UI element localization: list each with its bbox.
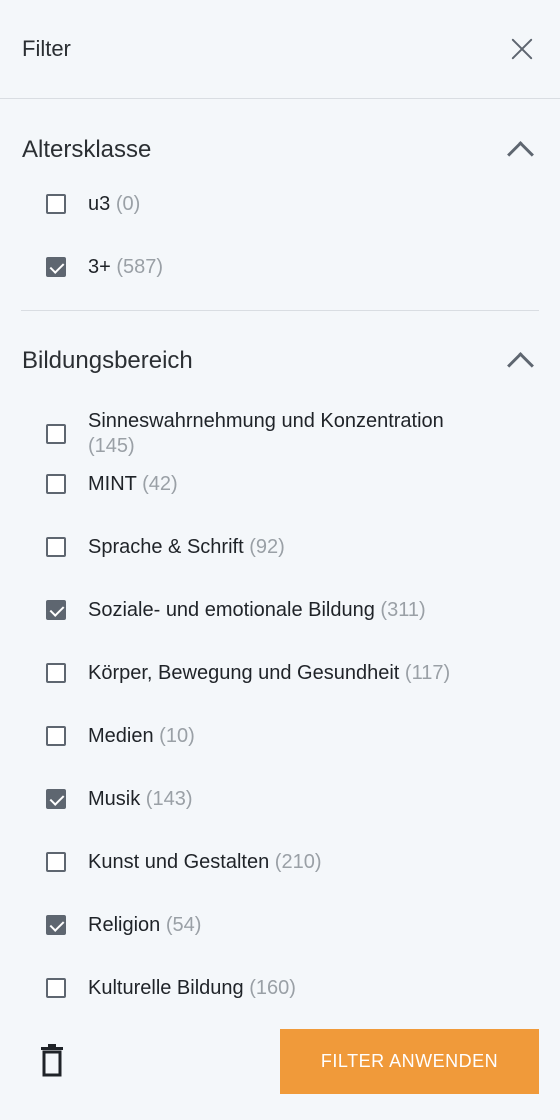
- option-label: Medien (10): [88, 724, 195, 747]
- section-header-bildungsbereich[interactable]: Bildungsbereich: [22, 311, 538, 411]
- page-title: Filter: [22, 36, 71, 61]
- option-sinneswahrnehmung[interactable]: Sinneswahrnehmung und Konzentration (145): [22, 409, 538, 459]
- option-label: Soziale- und emotionale Bildung (311): [88, 598, 426, 621]
- checkbox[interactable]: [46, 474, 66, 494]
- checkbox[interactable]: [46, 424, 66, 444]
- section-altersklasse: Altersklasse u3 (0) 3+ (587): [0, 100, 560, 280]
- checkbox-checked[interactable]: [46, 915, 66, 935]
- option-kunst[interactable]: Kunst und Gestalten (210): [22, 849, 538, 875]
- option-religion[interactable]: Religion (54): [22, 912, 538, 938]
- option-label: Kulturelle Bildung (160): [88, 976, 296, 999]
- apply-filter-button[interactable]: FILTER ANWENDEN: [280, 1029, 539, 1094]
- section-title: Bildungsbereich: [22, 347, 193, 374]
- option-label: MINT (42): [88, 472, 178, 495]
- option-label: Sprache & Schrift (92): [88, 535, 285, 558]
- chevron-up-icon[interactable]: [507, 351, 534, 379]
- checkbox[interactable]: [46, 663, 66, 683]
- trash-icon[interactable]: [38, 1044, 66, 1078]
- option-sprache[interactable]: Sprache & Schrift (92): [22, 534, 538, 560]
- option-label: Kunst und Gestalten (210): [88, 850, 322, 873]
- option-koerper[interactable]: Körper, Bewegung und Gesundheit (117): [22, 660, 538, 686]
- option-mint[interactable]: MINT (42): [22, 471, 538, 497]
- checkbox-checked[interactable]: [46, 257, 66, 277]
- option-label: Musik (143): [88, 787, 193, 810]
- chevron-up-icon[interactable]: [507, 140, 534, 168]
- option-label: Religion (54): [88, 913, 202, 936]
- section-header-altersklasse[interactable]: Altersklasse: [22, 100, 538, 200]
- checkbox[interactable]: [46, 852, 66, 872]
- option-soziale[interactable]: Soziale- und emotionale Bildung (311): [22, 597, 538, 623]
- checkbox-checked[interactable]: [46, 789, 66, 809]
- option-medien[interactable]: Medien (10): [22, 723, 538, 749]
- checkbox[interactable]: [46, 537, 66, 557]
- checkbox[interactable]: [46, 726, 66, 746]
- option-u3[interactable]: u3 (0): [22, 191, 538, 217]
- checkbox[interactable]: [46, 194, 66, 214]
- filter-footer: FILTER ANWENDEN: [0, 1014, 560, 1120]
- option-kulturelle[interactable]: Kulturelle Bildung (160): [22, 975, 538, 1001]
- option-label: 3+ (587): [88, 255, 164, 278]
- close-icon[interactable]: [508, 35, 536, 63]
- checkbox-checked[interactable]: [46, 600, 66, 620]
- option-musik[interactable]: Musik (143): [22, 786, 538, 812]
- option-label: Körper, Bewegung und Gesundheit (117): [88, 661, 451, 684]
- filter-header: Filter: [0, 0, 560, 99]
- checkbox[interactable]: [46, 978, 66, 998]
- option-label: Sinneswahrnehmung und Konzentration (145): [88, 410, 444, 457]
- option-label: u3 (0): [88, 192, 141, 215]
- filter-panel[interactable]: Altersklasse u3 (0) 3+ (587) Bildungsber…: [0, 100, 560, 1014]
- section-bildungsbereich: Bildungsbereich Sinneswahrnehmung und Ko…: [0, 311, 560, 1001]
- section-title: Altersklasse: [22, 136, 152, 163]
- option-3plus[interactable]: 3+ (587): [22, 254, 538, 280]
